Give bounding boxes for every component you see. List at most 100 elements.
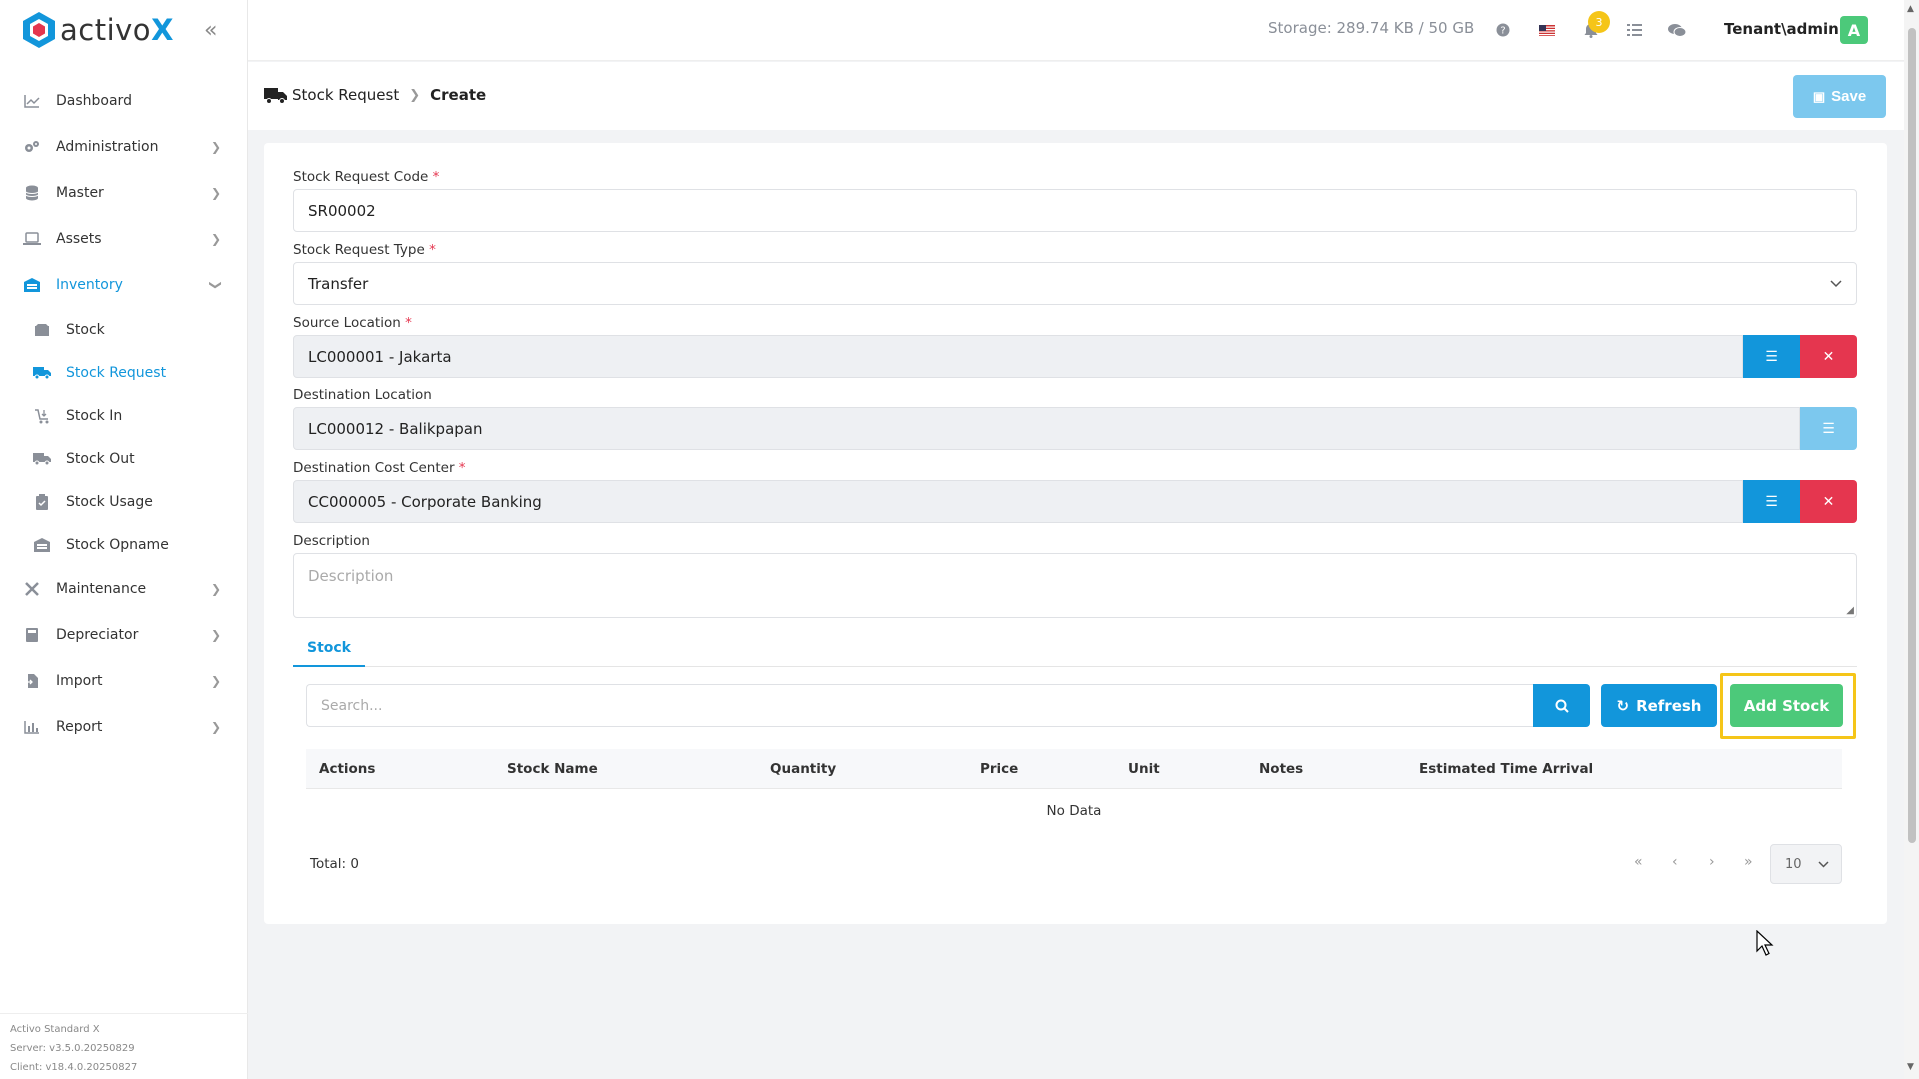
sidebar-item-depreciator[interactable]: Depreciator ❯ <box>0 612 247 658</box>
breadcrumb-current: Create <box>430 86 487 104</box>
help-icon[interactable]: ? <box>1494 21 1512 39</box>
column-header[interactable]: Actions <box>319 761 375 777</box>
sidebar-subitem-stock-out[interactable]: Stock Out <box>0 437 247 480</box>
breadcrumb-parent[interactable]: Stock Request <box>292 86 399 104</box>
sidebar: activoX « Dashboard Administration ❯ Mas… <box>0 0 248 1079</box>
sidebar-subitem-label: Stock In <box>66 407 123 424</box>
sidebar-item-assets[interactable]: Assets ❯ <box>0 216 247 262</box>
stock-request-form: Stock Request Code * SR00002 Stock Reque… <box>264 143 1887 924</box>
search-icon <box>1555 699 1569 713</box>
destination-location-input[interactable]: LC000012 - Balikpapan <box>293 407 1800 450</box>
mouse-cursor-icon <box>1756 930 1774 956</box>
collapse-sidebar-icon[interactable]: « <box>204 18 217 43</box>
sidebar-subitem-label: Stock Out <box>66 450 135 467</box>
us-flag-icon[interactable] <box>1538 21 1556 39</box>
destination-lookup-button[interactable]: ☰ <box>1800 407 1857 450</box>
empty-state: No Data <box>1046 803 1102 819</box>
sidebar-item-label: Master <box>56 185 104 201</box>
list-icon: ☰ <box>1765 493 1778 510</box>
chevron-right-icon: ❯ <box>210 720 221 734</box>
chevron-right-icon: ❯ <box>409 87 421 103</box>
list-icon: ☰ <box>1822 420 1835 437</box>
sidebar-subitem-label: Stock Opname <box>66 536 169 553</box>
scroll-up-icon[interactable]: ▲ <box>1907 4 1914 14</box>
save-button[interactable]: ▣ Save <box>1793 75 1886 118</box>
refresh-button[interactable]: ↻ Refresh <box>1601 684 1717 727</box>
sidebar-item-maintenance[interactable]: Maintenance ❯ <box>0 566 247 612</box>
close-icon: ✕ <box>1822 348 1835 365</box>
sidebar-subitem-stock-usage[interactable]: Stock Usage <box>0 480 247 523</box>
chevron-down-icon <box>1830 277 1842 291</box>
prev-page-icon[interactable]: ‹ <box>1672 854 1678 870</box>
server-version: Server: v3.5.0.20250829 <box>10 1043 135 1054</box>
cart-in-icon <box>32 408 52 424</box>
chevron-right-icon: ❯ <box>210 186 221 200</box>
sidebar-subitem-stock[interactable]: Stock <box>0 308 247 351</box>
page-scrollbar[interactable]: ▲ ▼ <box>1904 0 1919 1079</box>
column-header[interactable]: Unit <box>1128 761 1160 777</box>
cost-center-clear-button[interactable]: ✕ <box>1800 480 1857 523</box>
laptop-icon <box>22 230 42 248</box>
stock-request-code-input[interactable]: SR00002 <box>293 189 1857 232</box>
warehouse-icon <box>22 276 42 294</box>
version-info: Activo Standard X Server: v3.5.0.2025082… <box>0 1013 248 1079</box>
truck-out-icon <box>32 451 52 467</box>
first-page-icon[interactable]: « <box>1634 854 1643 870</box>
sidebar-subitem-label: Stock Usage <box>66 493 153 510</box>
warehouse-icon <box>32 537 52 553</box>
column-header[interactable]: Stock Name <box>507 761 598 777</box>
last-page-icon[interactable]: » <box>1744 854 1753 870</box>
sidebar-item-import[interactable]: Import ❯ <box>0 658 247 704</box>
user-name[interactable]: Tenant\admin <box>1724 20 1839 38</box>
sidebar-item-report[interactable]: Report ❯ <box>0 704 247 750</box>
sidebar-item-label: Assets <box>56 231 102 247</box>
tab-stock[interactable]: Stock <box>293 630 365 667</box>
description-label: Description <box>293 533 370 549</box>
avatar[interactable]: A <box>1840 16 1868 44</box>
column-header[interactable]: Estimated Time Arrival <box>1419 761 1593 777</box>
sidebar-item-label: Administration <box>56 139 159 155</box>
sidebar-subitem-stock-request[interactable]: Stock Request <box>0 351 247 394</box>
next-page-icon[interactable]: › <box>1709 854 1715 870</box>
sidebar-item-administration[interactable]: Administration ❯ <box>0 124 247 170</box>
search-button[interactable] <box>1533 684 1590 727</box>
sidebar-item-label: Inventory <box>56 277 123 293</box>
database-icon <box>22 184 42 202</box>
sidebar-item-dashboard[interactable]: Dashboard <box>0 78 247 124</box>
type-label: Stock Request Type * <box>293 242 436 258</box>
search-input[interactable]: Search... <box>306 684 1533 727</box>
tab-bar: Stock <box>293 630 1857 667</box>
column-header[interactable]: Price <box>980 761 1018 777</box>
chevron-right-icon: ❯ <box>210 232 221 246</box>
cost-center-input[interactable]: CC000005 - Corporate Banking <box>293 480 1743 523</box>
description-textarea[interactable]: Description ◢ <box>293 553 1857 618</box>
add-stock-button[interactable]: Add Stock <box>1730 684 1843 727</box>
cost-center-label: Destination Cost Center * <box>293 460 466 476</box>
column-header[interactable]: Quantity <box>770 761 836 777</box>
destination-label: Destination Location <box>293 387 432 403</box>
page-size-select[interactable]: 10 <box>1770 844 1842 884</box>
scrollbar-thumb[interactable] <box>1908 28 1916 843</box>
source-lookup-button[interactable]: ☰ <box>1743 335 1800 378</box>
task-list-icon[interactable] <box>1625 21 1643 39</box>
sidebar-item-inventory[interactable]: Inventory ❯ <box>0 262 247 308</box>
sidebar-subitem-stock-in[interactable]: Stock In <box>0 394 247 437</box>
sidebar-item-label: Dashboard <box>56 93 132 109</box>
sidebar-nav: Dashboard Administration ❯ Master ❯ Asse… <box>0 78 247 750</box>
source-clear-button[interactable]: ✕ <box>1800 335 1857 378</box>
truck-icon <box>264 88 287 104</box>
truck-icon <box>32 365 52 381</box>
bar-chart-icon <box>22 718 42 736</box>
resize-handle-icon[interactable]: ◢ <box>1846 605 1854 616</box>
sidebar-subitem-stock-opname[interactable]: Stock Opname <box>0 523 247 566</box>
sidebar-item-master[interactable]: Master ❯ <box>0 170 247 216</box>
scroll-down-icon[interactable]: ▼ <box>1907 1062 1914 1072</box>
chat-icon[interactable] <box>1668 21 1686 39</box>
stock-request-type-select[interactable]: Transfer <box>293 262 1857 305</box>
chart-line-icon <box>22 92 42 110</box>
calculator-icon <box>22 626 42 644</box>
cost-center-lookup-button[interactable]: ☰ <box>1743 480 1800 523</box>
table-header: Actions Stock Name Quantity Price Unit N… <box>306 749 1842 789</box>
source-location-input[interactable]: LC000001 - Jakarta <box>293 335 1743 378</box>
column-header[interactable]: Notes <box>1259 761 1303 777</box>
